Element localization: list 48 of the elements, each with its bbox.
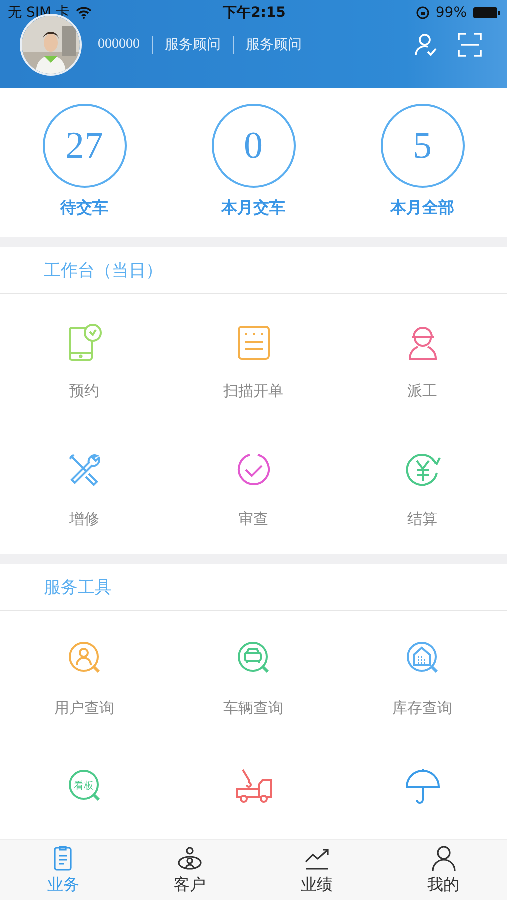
tab[interactable]: 我的 bbox=[380, 840, 507, 900]
menu-item[interactable]: 车辆查询 bbox=[169, 639, 338, 743]
menu-item[interactable]: 审查 bbox=[169, 450, 338, 554]
position-text: 服务顾问 bbox=[246, 36, 302, 54]
scan-icon[interactable] bbox=[457, 32, 483, 58]
menu-label: 车辆查询 bbox=[224, 699, 284, 718]
person-icon bbox=[430, 844, 458, 872]
menu-item[interactable]: 扫描开单 bbox=[169, 322, 338, 426]
menu-label: 预约 bbox=[70, 382, 100, 401]
stat-label: 待交车 bbox=[60, 198, 108, 219]
wifi-icon bbox=[76, 7, 92, 19]
tab-label: 客户 bbox=[174, 875, 206, 896]
rotation-lock-icon bbox=[416, 6, 430, 20]
menu-item[interactable]: 结算 bbox=[338, 450, 507, 554]
menu-label: 扫描开单 bbox=[224, 382, 284, 401]
employee-id: 000000 bbox=[98, 37, 140, 53]
menu-label: 派工 bbox=[408, 382, 438, 401]
battery-percent: 99% bbox=[436, 5, 468, 21]
menu-item[interactable]: 预约 bbox=[0, 322, 169, 426]
battery-icon bbox=[473, 7, 502, 19]
tab-label: 业绩 bbox=[300, 875, 333, 896]
stat-value[interactable]: 5 bbox=[380, 104, 464, 188]
menu-item[interactable]: 用户查询 bbox=[0, 639, 169, 743]
menu-item[interactable]: 看板 bbox=[0, 767, 169, 839]
menu-label: 审查 bbox=[238, 510, 268, 529]
stat-label: 本月交车 bbox=[222, 198, 286, 219]
menu-item[interactable]: 派工 bbox=[338, 322, 507, 426]
menu-label: 结算 bbox=[408, 510, 438, 529]
section-title: 工作台（当日） bbox=[0, 247, 507, 294]
section-title: 服务工具 bbox=[0, 564, 507, 611]
tab-label: 我的 bbox=[428, 875, 460, 896]
stat-value[interactable]: 0 bbox=[212, 104, 296, 188]
menu-item[interactable]: 增修 bbox=[0, 450, 169, 554]
menu-label: 增修 bbox=[70, 510, 100, 529]
menu-label: 用户查询 bbox=[54, 699, 114, 718]
role-text: 服务顾问 bbox=[165, 36, 221, 54]
stat-value[interactable]: 27 bbox=[42, 104, 126, 188]
menu-item[interactable]: 库存查询 bbox=[338, 639, 507, 743]
menu-label: 库存查询 bbox=[392, 699, 452, 718]
tab-label: 业务 bbox=[47, 875, 80, 896]
customers-icon bbox=[176, 844, 204, 872]
tab[interactable]: 客户 bbox=[126, 840, 254, 900]
user-check-icon[interactable] bbox=[413, 32, 439, 58]
tab[interactable]: 业务 bbox=[0, 840, 127, 900]
clock-time: 下午2:15 bbox=[223, 4, 286, 22]
tab[interactable]: 业绩 bbox=[254, 840, 380, 900]
stat-label: 本月全部 bbox=[390, 198, 454, 219]
icon-label: 看板 bbox=[74, 781, 94, 792]
